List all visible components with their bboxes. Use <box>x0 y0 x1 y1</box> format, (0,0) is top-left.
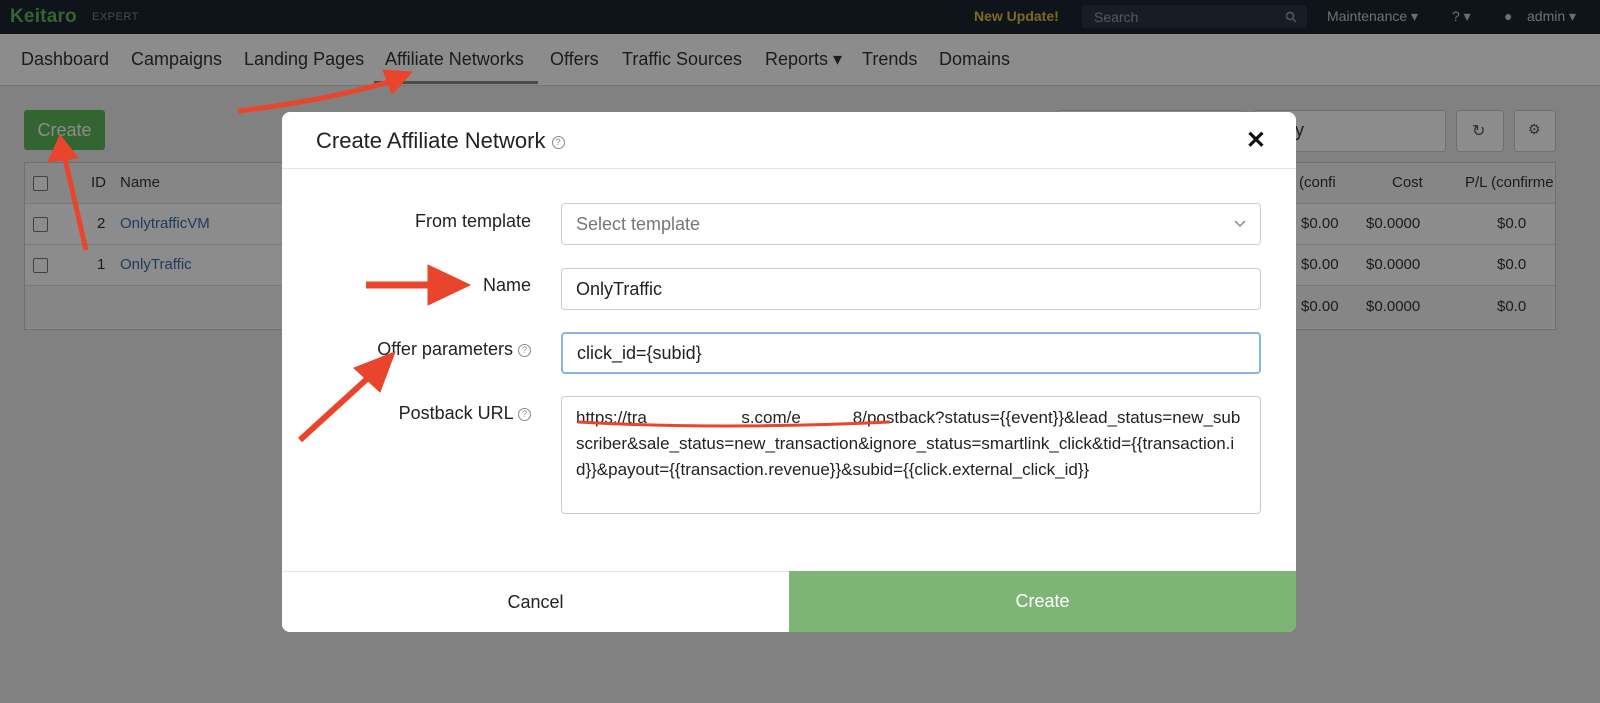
help-icon[interactable]: ? <box>551 135 565 149</box>
dialog-footer: Cancel Create <box>282 571 1296 632</box>
postback-label: Postback URL ? <box>399 403 531 424</box>
help-icon[interactable]: ? <box>518 343 531 357</box>
close-icon[interactable]: ✕ <box>1246 126 1266 155</box>
template-select[interactable]: Select template <box>561 203 1261 245</box>
from-template-label: From template <box>414 211 531 231</box>
chevron-down-icon <box>1234 220 1246 228</box>
dialog-create-button[interactable]: Create <box>789 571 1296 632</box>
template-placeholder: Select template <box>576 214 701 234</box>
offer-params-label: Offer parameters ? <box>377 339 531 360</box>
dialog-title: Create Affiliate Network ? <box>316 128 565 154</box>
offer-params-label-text: Offer parameters <box>377 339 513 359</box>
offer-params-value: click_id={subid} <box>577 343 702 363</box>
cancel-button[interactable]: Cancel <box>282 571 789 632</box>
offer-params-field[interactable]: click_id={subid} <box>561 332 1261 374</box>
dialog-title-text: Create Affiliate Network <box>316 128 546 153</box>
postback-label-text: Postback URL <box>398 403 513 423</box>
create-affiliate-network-dialog: Create Affiliate Network ? ✕ From templa… <box>282 112 1296 632</box>
name-value: OnlyTraffic <box>576 279 663 299</box>
postback-url-field[interactable]: https://tra s.com/e 8/postback?status={{… <box>561 396 1261 514</box>
help-icon[interactable]: ? <box>518 407 531 421</box>
header-divider <box>282 168 1296 169</box>
name-field[interactable]: OnlyTraffic <box>561 268 1261 310</box>
name-label: Name <box>482 275 531 295</box>
postback-url-value: https://tra s.com/e 8/postback?status={{… <box>576 408 1241 479</box>
